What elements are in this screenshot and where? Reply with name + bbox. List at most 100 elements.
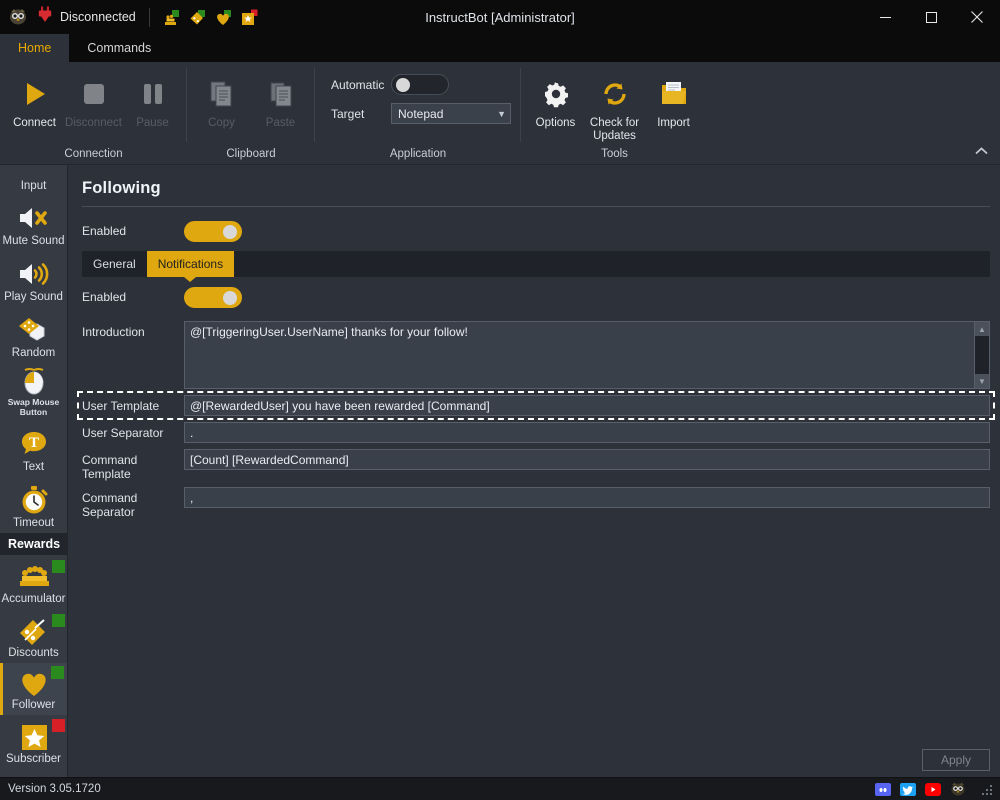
pause-button[interactable]: Pause [124,70,181,130]
content-area: Following Enabled General Notifications … [68,165,1000,777]
discount-tag-icon [16,614,65,645]
subscriber-quick-icon[interactable] [241,9,258,26]
quick-access-icons [163,9,258,26]
sidebar-item-swap-mouse-button-label: Swap Mouse Button [7,397,60,417]
command-separator-input[interactable]: , [184,487,990,508]
youtube-icon[interactable] [924,782,941,797]
heart-icon [16,666,64,697]
status-bar: Version 3.05.1720 [0,777,1000,800]
notifications-enabled-row: Enabled [82,283,990,311]
sidebar-item-play-sound-label: Play Sound [4,291,63,303]
paste-button[interactable]: Paste [252,70,309,130]
sidebar-item-accumulator-label: Accumulator [1,593,66,605]
automatic-label: Automatic [331,77,385,92]
target-dropdown[interactable]: Notepad ▼ [391,103,511,124]
sidebar-item-text[interactable]: T Text [0,421,67,477]
tab-notifications-label: Notifications [157,257,224,271]
options-button[interactable]: Options [527,70,584,130]
scrollbar-thumb[interactable] [975,336,989,374]
tab-notifications[interactable]: Notifications [146,251,235,277]
status-badge [51,614,65,627]
check-for-updates-label: Check for Updates [589,117,640,142]
sidebar-item-timeout[interactable]: Timeout [0,477,67,533]
tab-general[interactable]: General [82,251,147,277]
chevron-down-icon: ▼ [497,108,506,119]
field-row-command-separator: Command Separator , [82,487,990,519]
automatic-toggle[interactable] [391,74,449,95]
accumulator-icon [16,560,65,591]
sidebar-item-mute-sound[interactable]: Mute Sound [0,195,67,251]
ribbon-tab-commands-label: Commands [87,41,152,55]
notifications-enabled-toggle[interactable] [184,286,242,308]
swap-mouse-button-icon [16,366,52,396]
import-button[interactable]: Import [645,70,702,130]
pause-icon [138,74,168,114]
folder-open-icon [659,74,689,114]
panel-enabled-row: Enabled [82,217,990,245]
tab-general-label: General [93,257,136,271]
status-bar-icons [874,782,996,797]
ribbon-group-tools-label: Tools [601,148,628,160]
connection-status: Disconnected [37,6,136,28]
ribbon-collapse-button[interactable] [970,141,992,161]
user-template-input[interactable]: @[RewardedUser] you have been rewarded [… [184,395,990,416]
field-row-user-separator: User Separator . [82,422,990,443]
sidebar-item-input[interactable]: Input [0,165,67,195]
command-template-input[interactable]: [Count] [RewardedCommand] [184,449,990,470]
close-button[interactable] [954,0,1000,34]
sidebar[interactable]: Input Mute Sound Play Sound Random Swap … [0,165,68,777]
panel-enabled-toggle[interactable] [184,220,242,242]
ribbon-tab-bar: Home Commands [0,34,1000,62]
discord-icon[interactable] [874,782,891,797]
copy-button[interactable]: Copy [193,70,250,130]
ribbon-tab-home[interactable]: Home [0,34,70,62]
maximize-button[interactable] [908,0,954,34]
introduction-textarea[interactable]: @[TriggeringUser.UserName] thanks for yo… [184,321,975,389]
paste-label: Paste [265,117,296,129]
sidebar-item-text-label: Text [22,461,45,473]
minimize-button[interactable] [862,0,908,34]
sidebar-item-discounts[interactable]: Discounts [0,609,67,663]
sidebar-item-subscriber[interactable]: Subscriber [0,715,67,769]
paste-icon [266,74,296,114]
gear-icon [541,74,571,114]
refresh-icon [600,74,630,114]
copy-icon [207,74,237,114]
notifications-form: Introduction @[TriggeringUser.UserName] … [77,321,995,519]
sidebar-item-swap-mouse-button[interactable]: Swap Mouse Button [0,363,67,421]
mute-sound-icon [16,203,52,233]
follower-quick-icon[interactable] [215,9,232,26]
resize-grip-icon[interactable] [982,783,994,795]
ribbon-tab-home-label: Home [18,41,52,55]
ribbon-group-clipboard-label: Clipboard [226,148,276,160]
scroll-down-icon[interactable]: ▼ [975,374,989,388]
input-icon [20,171,48,178]
status-badge [50,666,64,679]
sidebar-item-follower[interactable]: Follower [0,663,67,715]
accumulator-quick-icon[interactable] [163,9,180,26]
apply-button[interactable]: Apply [922,749,990,771]
notifications-enabled-label: Enabled [82,290,127,304]
ribbon-tab-commands[interactable]: Commands [69,34,169,62]
disconnect-button[interactable]: Disconnect [65,70,122,130]
introduction-label: Introduction [82,325,145,339]
field-row-command-template: Command Template [Count] [RewardedComman… [82,449,990,481]
field-row-user-template: User Template @[RewardedUser] you have b… [77,391,995,420]
owl-logo-icon[interactable] [949,782,966,797]
scroll-up-icon[interactable]: ▲ [975,322,989,336]
star-icon [16,719,65,751]
target-label: Target [331,106,365,121]
sidebar-item-random[interactable]: Random [0,307,67,363]
discounts-quick-icon[interactable] [189,9,206,26]
check-for-updates-button[interactable]: Check for Updates [586,70,643,143]
connect-button[interactable]: Connect [6,70,63,130]
application-window: Disconnected InstructBot [Administrator]… [0,0,1000,800]
twitter-icon[interactable] [899,782,916,797]
title-divider [82,206,990,207]
command-template-label: Command Template [82,453,138,481]
sidebar-item-play-sound[interactable]: Play Sound [0,251,67,307]
options-label: Options [535,117,576,129]
sidebar-item-accumulator[interactable]: Accumulator [0,555,67,609]
user-separator-input[interactable]: . [184,422,990,443]
introduction-scrollbar[interactable]: ▲ ▼ [975,321,990,389]
